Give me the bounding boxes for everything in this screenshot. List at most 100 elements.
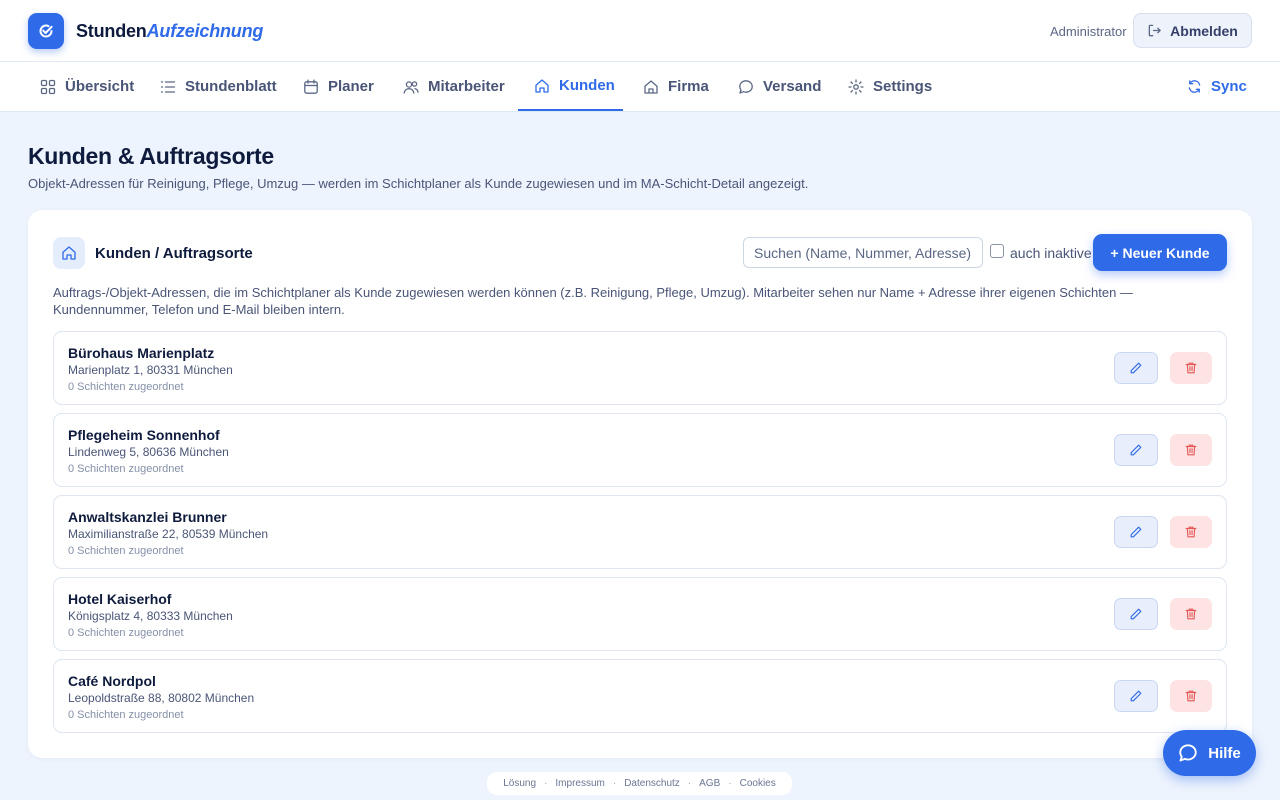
delete-button[interactable] bbox=[1170, 598, 1212, 630]
pencil-icon bbox=[1130, 690, 1142, 702]
refresh-icon bbox=[1188, 80, 1201, 93]
tab-stundenblatt[interactable]: Stundenblatt bbox=[160, 62, 277, 111]
delete-button[interactable] bbox=[1170, 680, 1212, 712]
footer-link-cookies[interactable]: Cookies bbox=[740, 778, 776, 789]
trash-icon bbox=[1185, 444, 1197, 456]
chat-bubble-icon bbox=[1179, 744, 1197, 762]
logout-label: Abmelden bbox=[1170, 22, 1238, 39]
footer: Lösung · Impressum · Datenschutz · AGB ·… bbox=[487, 772, 792, 795]
edit-button[interactable] bbox=[1114, 598, 1158, 630]
users-icon bbox=[403, 80, 419, 94]
list-item[interactable]: Café Nordpol Leopoldstraße 88, 80802 Mün… bbox=[53, 659, 1227, 733]
footer-link-loesung[interactable]: Lösung bbox=[503, 778, 536, 789]
delete-button[interactable] bbox=[1170, 434, 1212, 466]
delete-button[interactable] bbox=[1170, 516, 1212, 548]
help-button[interactable]: Hilfe bbox=[1163, 730, 1256, 776]
shift-count: 0 Schichten zugeordnet bbox=[68, 545, 184, 557]
customer-name: Pflegeheim Sonnenhof bbox=[68, 427, 220, 443]
shift-count: 0 Schichten zugeordnet bbox=[68, 381, 184, 393]
customer-name: Anwaltskanzlei Brunner bbox=[68, 509, 227, 525]
trash-icon bbox=[1185, 690, 1197, 702]
list-item[interactable]: Pflegeheim Sonnenhof Lindenweg 5, 80636 … bbox=[53, 413, 1227, 487]
list-icon bbox=[160, 80, 176, 93]
shift-count: 0 Schichten zugeordnet bbox=[68, 709, 184, 721]
footer-link-agb[interactable]: AGB bbox=[699, 778, 720, 789]
customer-name: Bürohaus Marienplatz bbox=[68, 345, 215, 361]
check-badge-icon bbox=[39, 24, 53, 38]
brand-part-1: Stunden bbox=[76, 21, 147, 41]
page-subtitle: Objekt-Adressen für Reinigung, Pflege, U… bbox=[28, 176, 809, 191]
tab-versand[interactable]: Versand bbox=[738, 62, 821, 111]
home-icon bbox=[62, 246, 76, 260]
pencil-icon bbox=[1130, 526, 1142, 538]
customer-name: Hotel Kaiserhof bbox=[68, 591, 172, 607]
tab-planer[interactable]: Planer bbox=[303, 62, 374, 111]
footer-link-impressum[interactable]: Impressum bbox=[555, 778, 604, 789]
inactive-checkbox[interactable] bbox=[990, 244, 1004, 258]
tab-firma[interactable]: Firma bbox=[643, 62, 709, 111]
edit-button[interactable] bbox=[1114, 680, 1158, 712]
sync-button[interactable]: Sync bbox=[1187, 62, 1247, 111]
tab-settings[interactable]: Settings bbox=[848, 62, 932, 111]
tab-label: Kunden bbox=[559, 77, 615, 94]
main-nav: Übersicht Stundenblatt Planer Mitarbeite… bbox=[0, 62, 1280, 112]
tab-label: Firma bbox=[668, 78, 709, 95]
pencil-icon bbox=[1130, 608, 1142, 620]
user-role-label: Administrator bbox=[1050, 24, 1127, 39]
grid-icon bbox=[40, 79, 56, 94]
shift-count: 0 Schichten zugeordnet bbox=[68, 463, 184, 475]
customer-address: Marienplatz 1, 80331 München bbox=[68, 363, 233, 377]
delete-button[interactable] bbox=[1170, 352, 1212, 384]
customer-address: Königsplatz 4, 80333 München bbox=[68, 609, 233, 623]
calendar-icon bbox=[304, 79, 318, 94]
tab-kunden[interactable]: Kunden bbox=[518, 62, 623, 111]
logout-button[interactable]: Abmelden bbox=[1133, 13, 1252, 48]
customer-name: Café Nordpol bbox=[68, 673, 156, 689]
tab-mitarbeiter[interactable]: Mitarbeiter bbox=[403, 62, 505, 111]
home-icon bbox=[535, 78, 549, 93]
card-header-icon bbox=[53, 237, 85, 269]
customers-card: Kunden / Auftragsorte auch inaktive + Ne… bbox=[28, 210, 1252, 758]
trash-icon bbox=[1185, 608, 1197, 620]
app-brand[interactable]: StundenAufzeichnung bbox=[76, 21, 263, 42]
new-customer-button[interactable]: + Neuer Kunde bbox=[1093, 234, 1227, 271]
top-bar: StundenAufzeichnung Administrator Abmeld… bbox=[0, 0, 1280, 62]
tab-label: Übersicht bbox=[65, 78, 135, 95]
footer-separator: · bbox=[612, 778, 617, 789]
building-icon bbox=[644, 79, 658, 94]
edit-button[interactable] bbox=[1114, 516, 1158, 548]
list-item[interactable]: Hotel Kaiserhof Königsplatz 4, 80333 Mün… bbox=[53, 577, 1227, 651]
edit-button[interactable] bbox=[1114, 434, 1158, 466]
inactive-label[interactable]: auch inaktive bbox=[1010, 245, 1092, 261]
tab-label: Settings bbox=[873, 78, 933, 95]
chat-icon bbox=[739, 79, 753, 94]
trash-icon bbox=[1185, 526, 1197, 538]
logout-icon bbox=[1148, 24, 1161, 37]
page-title: Kunden & Auftragsorte bbox=[28, 143, 274, 169]
edit-button[interactable] bbox=[1114, 352, 1158, 384]
footer-separator: · bbox=[728, 778, 732, 789]
app-logo[interactable] bbox=[28, 13, 64, 49]
customer-address: Leopoldstraße 88, 80802 München bbox=[68, 691, 255, 705]
card-description: Auftrags-/Objekt-Adressen, die im Schich… bbox=[53, 285, 1133, 317]
list-item[interactable]: Bürohaus Marienplatz Marienplatz 1, 8033… bbox=[53, 331, 1227, 405]
footer-link-datenschutz[interactable]: Datenschutz bbox=[624, 778, 680, 789]
sync-label: Sync bbox=[1211, 78, 1247, 95]
card-title: Kunden / Auftragsorte bbox=[95, 245, 253, 262]
tab-label: Mitarbeiter bbox=[428, 78, 505, 95]
help-label: Hilfe bbox=[1208, 744, 1241, 762]
pencil-icon bbox=[1130, 362, 1142, 374]
trash-icon bbox=[1185, 362, 1197, 374]
pencil-icon bbox=[1130, 444, 1142, 456]
tab-label: Planer bbox=[328, 78, 374, 95]
tab-label: Versand bbox=[763, 78, 822, 95]
tab-label: Stundenblatt bbox=[185, 78, 277, 95]
tab-uebersicht[interactable]: Übersicht bbox=[40, 62, 134, 111]
customer-address: Maximilianstraße 22, 80539 München bbox=[68, 527, 269, 541]
customer-list: Bürohaus Marienplatz Marienplatz 1, 8033… bbox=[53, 331, 1227, 741]
list-item[interactable]: Anwaltskanzlei Brunner Maximilianstraße … bbox=[53, 495, 1227, 569]
footer-separator: · bbox=[687, 778, 692, 789]
search-input[interactable] bbox=[743, 237, 983, 268]
gear-icon bbox=[848, 78, 864, 95]
customer-address: Lindenweg 5, 80636 München bbox=[68, 445, 229, 459]
